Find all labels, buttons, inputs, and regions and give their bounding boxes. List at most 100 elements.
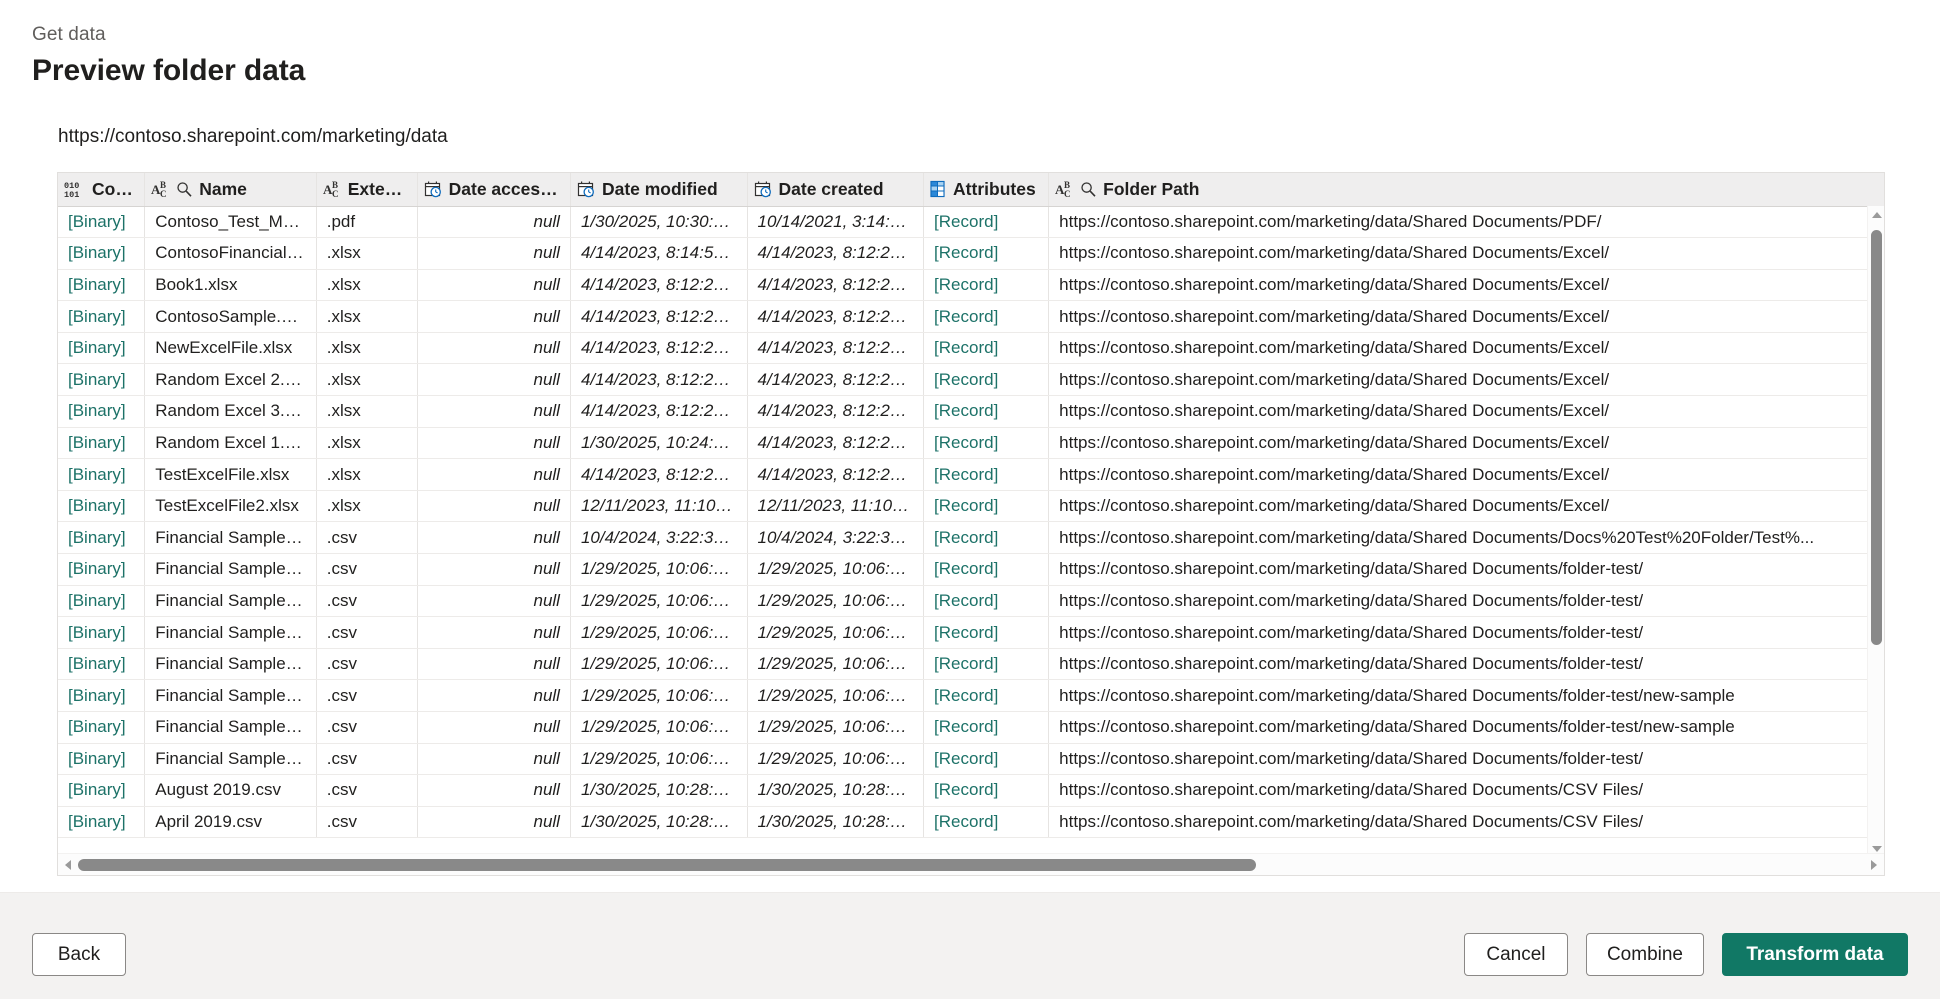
cell-attributes[interactable]: [Record]: [923, 458, 1050, 491]
cell-content[interactable]: [Binary]: [58, 711, 146, 744]
cell-attributes[interactable]: [Record]: [923, 648, 1050, 681]
combine-button[interactable]: Combine: [1585, 933, 1704, 976]
cell-extension: .csv: [316, 648, 418, 681]
table-row[interactable]: [Binary] Financial Sample 1.csv .csv null 10…: [58, 521, 1884, 555]
cell-attributes[interactable]: [Record]: [923, 237, 1050, 270]
table-row[interactable]: [Binary]Contoso_Test_Market.pdf.pdfnull1…: [58, 206, 1884, 239]
cancel-button[interactable]: Cancel: [1463, 933, 1568, 976]
cell-attributes[interactable]: [Record]: [923, 395, 1050, 428]
cell-date-modified: 1/29/2025, 10:06:55 PM: [570, 585, 748, 618]
cell-attributes[interactable]: [Record]: [923, 679, 1050, 712]
table-row[interactable]: [Binary] April 2019.csv .csv null 1/30/2025,…: [58, 806, 1884, 839]
table-row[interactable]: [Binary] Financial Sample 5.csv .csv null 1/…: [58, 679, 1884, 712]
cell-date-modified: 4/14/2023, 8:12:26 PM: [570, 395, 748, 428]
search-icon[interactable]: [176, 181, 193, 198]
text-type-icon: ABC: [323, 179, 342, 199]
table-row[interactable]: [Binary] ContosoFinancial.xlsx .xlsx null 4/…: [58, 237, 1884, 270]
cell-attributes[interactable]: [Record]: [923, 269, 1050, 302]
cell-attributes[interactable]: [Record]: [923, 616, 1050, 649]
table-row[interactable]: [Binary] TestExcelFile2.xlsx .xlsx null 12/1…: [58, 490, 1884, 523]
cell-content[interactable]: [Binary]: [58, 269, 146, 302]
vertical-scrollbar-thumb[interactable]: [1871, 230, 1882, 645]
cell-attributes[interactable]: [Record]: [923, 806, 1050, 839]
cell-content[interactable]: [Binary]: [58, 679, 146, 712]
cell-date-accessed: null: [417, 332, 571, 365]
scroll-right-button[interactable]: [1864, 854, 1884, 876]
cell-content[interactable]: [Binary]: [58, 332, 146, 365]
cell-content[interactable]: [Binary]: [58, 648, 146, 681]
cell-attributes[interactable]: [Record]: [923, 490, 1050, 523]
cell-content[interactable]: [Binary]: [58, 616, 146, 649]
cell-name: Random Excel 1.xlsx: [144, 427, 317, 460]
cell-attributes[interactable]: [Record]: [923, 774, 1050, 807]
cell-content[interactable]: [Binary]: [58, 363, 146, 397]
cell-content[interactable]: [Binary]: [58, 806, 146, 839]
cell-content[interactable]: [Binary]: [58, 774, 146, 807]
cell-date-created: 4/14/2023, 8:12:26 PM: [747, 427, 925, 460]
back-button[interactable]: Back: [32, 933, 126, 976]
cell-attributes[interactable]: [Record]: [923, 363, 1050, 397]
table-row[interactable]: [Binary] Financial Sample.csv .csv null 1/29…: [58, 648, 1884, 681]
column-header-folder-path[interactable]: ABC Folder Path: [1048, 173, 1884, 207]
cell-attributes[interactable]: [Record]: [923, 300, 1050, 333]
cell-date-modified: 1/30/2025, 10:28:22 PM: [570, 806, 748, 839]
cell-date-created: 1/29/2025, 10:06:55 PM: [747, 585, 925, 618]
horizontal-scrollbar[interactable]: [58, 853, 1884, 875]
table-row[interactable]: [Binary] Financial Sample 3.csv .csv null 1/…: [58, 616, 1884, 649]
table-row[interactable]: [Binary] August 2019.csv .csv null 1/30/2025…: [58, 774, 1884, 807]
table-row[interactable]: [Binary] Financial Sample 2.csv .csv null 1/…: [58, 585, 1884, 618]
cell-folder-path: https://contoso.sharepoint.com/marketing…: [1048, 616, 1884, 649]
table-row[interactable]: [Binary] Financial Sample 4.csv .csv null 1/…: [58, 743, 1884, 776]
cell-attributes[interactable]: [Record]: [923, 206, 1050, 239]
cell-extension: .csv: [316, 774, 418, 807]
column-header-date-modified[interactable]: Date modified: [570, 173, 748, 207]
cell-content[interactable]: [Binary]: [58, 743, 146, 776]
horizontal-scrollbar-track[interactable]: [78, 854, 1864, 875]
cell-content[interactable]: [Binary]: [58, 237, 146, 270]
cell-content[interactable]: [Binary]: [58, 553, 146, 586]
cell-content[interactable]: [Binary]: [58, 585, 146, 618]
cell-attributes[interactable]: [Record]: [923, 585, 1050, 618]
cell-date-modified: 1/29/2025, 10:06:55 PM: [570, 616, 748, 649]
cell-content[interactable]: [Binary]: [58, 300, 146, 333]
column-header-content[interactable]: 010101 Content: [58, 173, 146, 207]
table-row[interactable]: [Binary] Financial Sample 6.csv .csv null 1/…: [58, 711, 1884, 744]
search-icon[interactable]: [1080, 181, 1097, 198]
table-row[interactable]: [Binary] Random Excel 1.xlsx .xlsx null 1/30…: [58, 427, 1884, 460]
cell-content[interactable]: [Binary]: [58, 490, 146, 523]
cell-name: TestExcelFile2.xlsx: [144, 490, 317, 523]
table-row[interactable]: [Binary] ContosoSample.xlsx .xlsx null 4/14/…: [58, 300, 1884, 333]
binary-type-icon: 010 101: [64, 179, 86, 199]
vertical-scrollbar[interactable]: [1867, 206, 1884, 857]
column-header-attributes[interactable]: Attributes: [923, 173, 1050, 207]
cell-content[interactable]: [Binary]: [58, 395, 146, 428]
cell-content[interactable]: [Binary]: [58, 521, 146, 555]
cell-attributes[interactable]: [Record]: [923, 711, 1050, 744]
cell-date-accessed: null: [417, 743, 571, 776]
transform-data-button[interactable]: Transform data: [1722, 933, 1908, 976]
column-header-date-accessed[interactable]: Date accessed: [417, 173, 571, 207]
cell-attributes[interactable]: [Record]: [923, 743, 1050, 776]
table-row[interactable]: [Binary] Random Excel 3.xlsx .xlsx null 4/14…: [58, 395, 1884, 428]
scroll-up-button[interactable]: [1868, 206, 1884, 223]
horizontal-scrollbar-thumb[interactable]: [78, 859, 1256, 871]
datetime-type-icon: [577, 180, 596, 199]
cell-attributes[interactable]: [Record]: [923, 553, 1050, 586]
table-row[interactable]: [Binary] Financial Sample 1.csv .csv null 1/…: [58, 553, 1884, 586]
column-header-date-created[interactable]: Date created: [747, 173, 925, 207]
cell-content[interactable]: [Binary]: [58, 458, 146, 491]
column-header-name[interactable]: ABC Name: [144, 173, 317, 207]
cell-extension: .csv: [316, 806, 418, 839]
cell-content[interactable]: [Binary]: [58, 427, 146, 460]
table-row[interactable]: [Binary] Random Excel 2.xlsx .xlsx null 4/14…: [58, 363, 1884, 397]
scroll-left-button[interactable]: [58, 854, 78, 876]
cell-attributes[interactable]: [Record]: [923, 427, 1050, 460]
cell-date-accessed: null: [417, 521, 571, 555]
column-header-extension[interactable]: ABC Extension: [316, 173, 418, 207]
cell-content[interactable]: [Binary]: [58, 206, 146, 239]
table-row[interactable]: [Binary] TestExcelFile.xlsx .xlsx null 4/14/…: [58, 458, 1884, 491]
cell-attributes[interactable]: [Record]: [923, 332, 1050, 365]
table-row[interactable]: [Binary] NewExcelFile.xlsx .xlsx null 4/14/2…: [58, 332, 1884, 365]
cell-attributes[interactable]: [Record]: [923, 521, 1050, 555]
table-row[interactable]: [Binary] Book1.xlsx .xlsx null 4/14/2023, 8:…: [58, 269, 1884, 302]
